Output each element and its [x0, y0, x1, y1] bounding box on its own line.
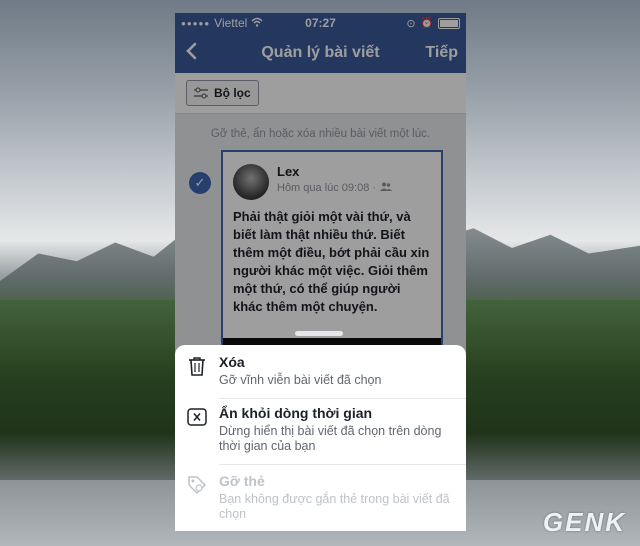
tag-icon: [185, 473, 209, 497]
hide-description: Dừng hiển thị bài viết đã chọn trên dòng…: [219, 424, 442, 453]
untag-description: Bạn không được gắn thẻ trong bài viết đã…: [219, 492, 450, 521]
delete-option[interactable]: Xóa Gỡ vĩnh viễn bài viết đã chọn: [175, 354, 466, 388]
delete-description: Gỡ vĩnh viễn bài viết đã chọn: [219, 373, 382, 387]
close-box-icon: [185, 405, 209, 429]
sheet-handle[interactable]: [295, 331, 343, 336]
divider: [219, 464, 466, 465]
hide-option[interactable]: Ẩn khỏi dòng thời gian Dừng hiển thị bài…: [175, 405, 466, 454]
action-sheet: Xóa Gỡ vĩnh viễn bài viết đã chọn Ẩn khỏ…: [175, 331, 466, 531]
phone-screen: ●●●●● Viettel 07:27 ⊙ ⏰ Quản lý bài viết…: [175, 13, 466, 531]
hide-title: Ẩn khỏi dòng thời gian: [219, 405, 373, 421]
divider: [219, 398, 466, 399]
trash-icon: [185, 354, 209, 378]
untag-title: Gỡ thẻ: [219, 473, 265, 489]
untag-option: Gỡ thẻ Bạn không được gắn thẻ trong bài …: [175, 473, 466, 522]
watermark-logo: GENK: [542, 507, 626, 537]
delete-title: Xóa: [219, 354, 245, 370]
